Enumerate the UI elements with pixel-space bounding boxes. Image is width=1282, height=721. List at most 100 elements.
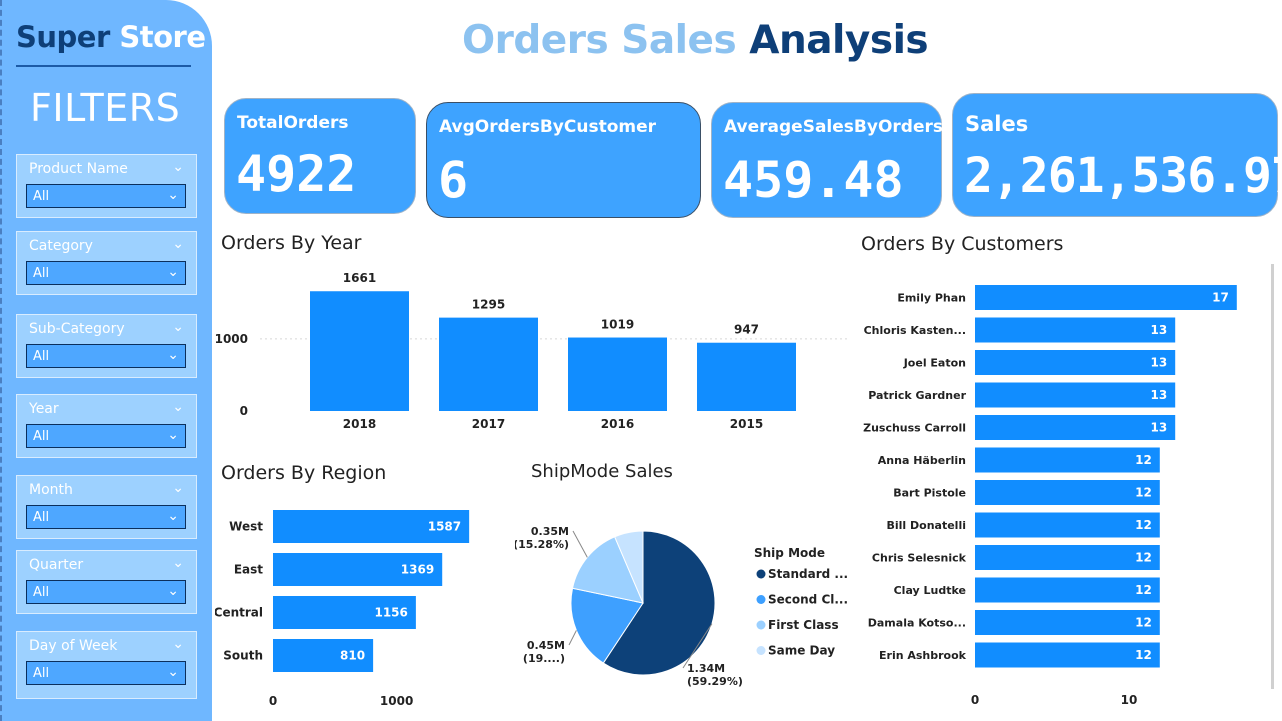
chevron-down-icon[interactable]: ⌄	[172, 555, 184, 571]
slice-percent-label: (15.28%)	[515, 538, 569, 551]
bar	[975, 545, 1160, 570]
slice-value-label: 0.35M	[531, 525, 569, 538]
slicer-dropdown[interactable]: All ⌄	[26, 344, 186, 368]
slicer-dropdown[interactable]: All ⌄	[26, 184, 186, 208]
chevron-down-icon[interactable]: ⌄	[172, 636, 184, 652]
kpi-card-avg-orders-by-customer: AvgOrdersByCustomer 6	[426, 102, 701, 218]
scrollbar	[1271, 264, 1274, 689]
slicer-dropdown[interactable]: All ⌄	[26, 661, 186, 685]
slicer-category[interactable]: Category ⌄ All ⌄	[16, 231, 197, 295]
y-tick-label: Erin Ashbrook	[879, 649, 967, 662]
brand-part1: Super	[16, 20, 110, 54]
kpi-value: 2,261,536.97	[964, 148, 1282, 204]
y-tick-label: Clay Ludtke	[894, 584, 966, 597]
chart-title-orders-by-customers: Orders By Customers	[861, 233, 1064, 255]
data-label: 1587	[428, 520, 461, 534]
y-tick-label: Zuschuss Carroll	[863, 422, 966, 435]
bar	[697, 342, 796, 411]
data-label: 17	[1212, 291, 1229, 305]
slicer-value: All	[33, 510, 50, 525]
chevron-down-icon: ⌄	[167, 347, 179, 363]
bar	[310, 291, 409, 411]
x-tick-label: 2017	[472, 417, 505, 431]
data-label: 13	[1150, 421, 1167, 435]
legend-label: First Class	[768, 618, 839, 632]
y-tick-label: West	[229, 520, 263, 534]
x-tick-label: 0	[971, 693, 979, 707]
data-label: 1661	[343, 271, 376, 285]
data-label: 12	[1135, 583, 1152, 597]
orders-by-customers-chart: 17 Emily Phan 13 Chloris Kasten... 13 Joel Ea…	[863, 264, 1274, 707]
bar	[975, 285, 1237, 310]
slicer-quarter[interactable]: Quarter ⌄ All ⌄	[16, 550, 197, 614]
kpi-card-total-orders: TotalOrders 4922	[224, 98, 416, 214]
leader-line	[568, 630, 577, 646]
chevron-down-icon[interactable]: ⌄	[172, 159, 184, 175]
slicer-label: Quarter	[29, 557, 84, 573]
chart-title-orders-by-region: Orders By Region	[221, 462, 387, 484]
slicer-month[interactable]: Month ⌄ All ⌄	[16, 475, 197, 539]
slicer-dropdown[interactable]: All ⌄	[26, 261, 186, 285]
legend-marker	[756, 569, 766, 579]
chevron-down-icon[interactable]: ⌄	[172, 480, 184, 496]
y-tick-label: Bart Pistole	[893, 487, 966, 500]
chevron-down-icon: ⌄	[167, 583, 179, 599]
slicer-dropdown[interactable]: All ⌄	[26, 424, 186, 448]
legend-marker	[756, 595, 766, 604]
title-part2: Analysis	[749, 18, 929, 63]
y-tick-label: Anna Häberlin	[878, 454, 966, 467]
chart-title-orders-by-year: Orders By Year	[221, 232, 362, 254]
kpi-value: 459.48	[723, 151, 904, 209]
bar	[975, 350, 1176, 375]
slicer-product-name[interactable]: Product Name ⌄ All ⌄	[16, 154, 197, 218]
orders-by-year-chart: 0 1000 1661 2018 1295 2017 1019 2016 947 2015	[215, 271, 850, 431]
bar	[975, 447, 1160, 473]
data-label: 12	[1135, 518, 1152, 532]
bar	[975, 577, 1160, 603]
bar	[975, 642, 1160, 668]
y-tick-label: Central	[215, 606, 263, 620]
data-label: 13	[1150, 356, 1167, 370]
y-tick-label: 1000	[215, 332, 248, 346]
y-tick-label: Chloris Kasten...	[864, 324, 966, 337]
slice-value-label: 1.34M	[687, 662, 725, 675]
slicer-sub-category[interactable]: Sub-Category ⌄ All ⌄	[16, 314, 197, 378]
legend-label: Same Day	[768, 644, 835, 658]
data-label: 12	[1135, 486, 1152, 500]
chevron-down-icon[interactable]: ⌄	[172, 399, 184, 415]
chevron-down-icon[interactable]: ⌄	[172, 319, 184, 335]
data-label: 12	[1135, 616, 1152, 630]
chevron-down-icon: ⌄	[167, 187, 179, 203]
slicer-value: All	[33, 266, 50, 281]
kpi-label: AverageSalesByOrders	[724, 117, 943, 137]
slicer-value: All	[33, 585, 50, 600]
x-tick-label: 0	[269, 694, 277, 708]
data-label: 13	[1150, 388, 1167, 402]
data-label: 1156	[374, 606, 407, 620]
chevron-down-icon: ⌄	[167, 427, 179, 443]
bar	[975, 480, 1160, 505]
y-tick-label: Bill Donatelli	[887, 519, 967, 532]
slicer-label: Month	[29, 482, 73, 498]
slicer-dropdown[interactable]: All ⌄	[26, 580, 186, 604]
legend-label: Standard ...	[768, 567, 848, 581]
brand-logo: Super Store	[16, 20, 206, 54]
slicer-label: Product Name	[29, 161, 128, 177]
leader-line	[572, 530, 588, 558]
data-label: 810	[340, 649, 365, 663]
data-label: 12	[1135, 551, 1152, 565]
slicer-value: All	[33, 666, 50, 681]
data-label: 12	[1135, 453, 1152, 467]
slicer-day-of-week[interactable]: Day of Week ⌄ All ⌄	[16, 631, 197, 699]
slicer-dropdown[interactable]: All ⌄	[26, 505, 186, 529]
x-tick-label: 1000	[380, 694, 413, 708]
chevron-down-icon[interactable]: ⌄	[172, 236, 184, 252]
kpi-value: 6	[438, 151, 469, 209]
shipmode-sales-chart: 1.34M(59.29%) 0.45M(19....) 0.35M(15.28%) S…	[515, 525, 848, 688]
kpi-card-average-sales-by-orders: AverageSalesByOrders 459.48	[711, 102, 943, 218]
bar	[975, 415, 1176, 440]
y-tick-label: Patrick Gardner	[868, 389, 966, 402]
kpi-card-sales: Sales 2,261,536.97	[952, 93, 1282, 217]
bar	[975, 610, 1160, 635]
slicer-year[interactable]: Year ⌄ All ⌄	[16, 394, 197, 458]
